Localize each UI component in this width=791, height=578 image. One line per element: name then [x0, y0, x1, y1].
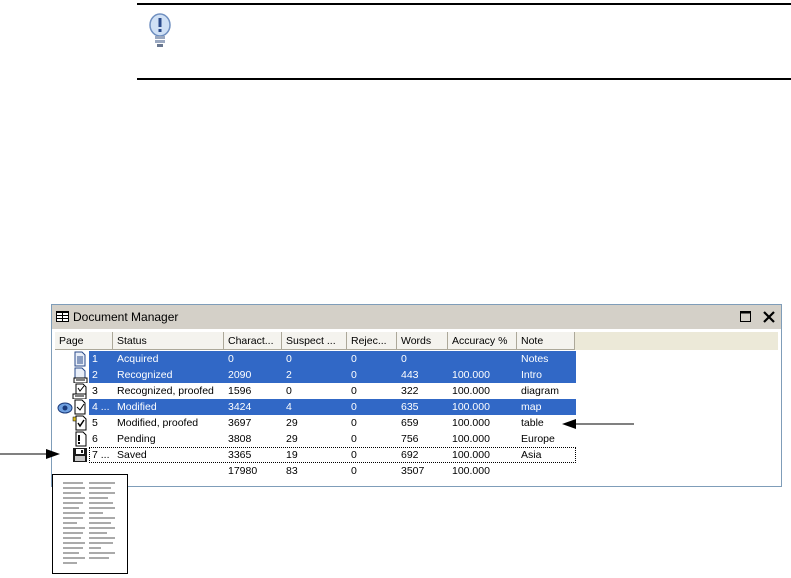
cell-page: 7 ... [92, 449, 110, 461]
tip-bottom-rule [137, 78, 791, 80]
page-recognized-icon [73, 367, 88, 383]
cell-page: 3 [92, 385, 98, 397]
cell-status: Modified [117, 401, 157, 413]
column-header-note[interactable]: Note [517, 332, 575, 350]
cell-page: 5 [92, 417, 98, 429]
column-header-status[interactable]: Status [113, 332, 224, 350]
cell-suspect: 29 [286, 417, 298, 429]
cell-note: diagram [521, 385, 559, 397]
cell-accuracy: 100.000 [452, 401, 490, 413]
cell-status: Acquired [117, 353, 159, 365]
callout-arrow-right [562, 419, 634, 429]
cell-rejected: 0 [351, 433, 357, 445]
total-rejected: 0 [351, 465, 357, 477]
document-manager-icon [56, 311, 69, 322]
cell-words: 756 [401, 433, 419, 445]
cell-status: Pending [117, 433, 156, 445]
titlebar: Document Manager [52, 305, 781, 329]
cell-suspect: 2 [286, 369, 292, 381]
cell-characters: 1596 [228, 385, 252, 397]
cell-accuracy: 100.000 [452, 449, 490, 461]
page-thumbnail[interactable] [52, 474, 128, 574]
callout-arrow-left [0, 449, 60, 459]
page-pending-icon [75, 431, 87, 447]
cell-suspect: 0 [286, 353, 292, 365]
document-manager-window: Document Manager Page Status Charact... … [51, 304, 782, 487]
cell-page: 6 [92, 433, 98, 445]
cell-rejected: 0 [351, 353, 357, 365]
cell-note: Intro [521, 369, 543, 381]
cell-note: map [521, 401, 542, 413]
page-modified-proofed-icon [72, 415, 87, 431]
column-header-rejected[interactable]: Rejec... [347, 332, 397, 350]
cell-characters: 3697 [228, 417, 252, 429]
cell-accuracy [448, 351, 517, 367]
column-header-words[interactable]: Words [397, 332, 448, 350]
cell-words: 322 [401, 385, 419, 397]
tip-top-rule [137, 3, 791, 5]
cell-rejected: 0 [351, 417, 357, 429]
cell-rejected: 0 [351, 369, 357, 381]
cell-status: Saved [117, 449, 147, 461]
cell-status: Modified, proofed [117, 417, 199, 429]
column-header-characters[interactable]: Charact... [224, 332, 282, 350]
page-acquired-icon [74, 351, 86, 367]
cell-characters: 2090 [228, 369, 252, 381]
total-suspect: 83 [286, 465, 298, 477]
window-title: Document Manager [73, 310, 179, 324]
cell-page: 1 [92, 353, 98, 365]
cell-page: 4 ... [92, 401, 110, 413]
total-words: 3507 [401, 465, 425, 477]
cell-status: Recognized [117, 369, 173, 381]
column-header-suspect[interactable]: Suspect ... [282, 332, 347, 350]
cell-page: 2 [92, 369, 98, 381]
thumbnail-page-icon [63, 482, 115, 564]
cell-accuracy: 100.000 [452, 385, 490, 397]
cell-suspect: 29 [286, 433, 298, 445]
lightbulb-icon [149, 13, 171, 47]
total-accuracy: 100.000 [452, 465, 490, 477]
cell-words: 659 [401, 417, 419, 429]
cell-words: 0 [401, 353, 407, 365]
maximize-icon[interactable] [740, 311, 751, 322]
cell-status: Recognized, proofed [117, 385, 214, 397]
cell-words: 692 [401, 449, 419, 461]
cell-rejected: 0 [351, 401, 357, 413]
cell-characters: 3424 [228, 401, 252, 413]
cell-accuracy: 100.000 [452, 417, 490, 429]
cell-characters: 3808 [228, 433, 252, 445]
page-saved-icon [73, 448, 87, 462]
total-characters: 17980 [228, 465, 258, 477]
cell-words: 635 [401, 401, 419, 413]
cell-characters: 3365 [228, 449, 252, 461]
cell-accuracy: 100.000 [452, 369, 490, 381]
cell-rejected: 0 [351, 449, 357, 461]
cell-suspect: 4 [286, 401, 292, 413]
cell-suspect: 0 [286, 385, 292, 397]
cell-suspect: 19 [286, 449, 298, 461]
cell-characters: 0 [228, 353, 234, 365]
page-proofed-icon [72, 383, 87, 399]
cell-words: 443 [401, 369, 419, 381]
page-modified-icon [57, 399, 86, 415]
column-header-page[interactable]: Page [55, 332, 113, 350]
cell-rejected: 0 [351, 385, 357, 397]
column-header-accuracy[interactable]: Accuracy % [448, 332, 517, 350]
close-icon[interactable] [762, 310, 776, 324]
cell-note: Asia [521, 449, 542, 461]
cell-note: Notes [521, 353, 549, 365]
cell-accuracy: 100.000 [452, 433, 490, 445]
table-header: Page Status Charact... Suspect ... Rejec… [55, 332, 778, 350]
